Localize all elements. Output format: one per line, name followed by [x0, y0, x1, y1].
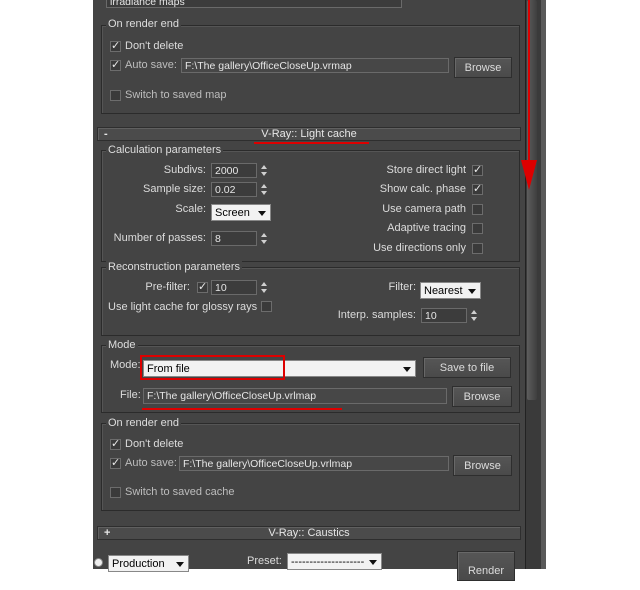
show-calc-phase-label: Show calc. phase: [379, 183, 466, 195]
pre-filter-checkbox[interactable]: [197, 280, 208, 293]
interp-samples-spinner[interactable]: [469, 308, 480, 323]
switch-saved-cache-checkbox[interactable]: [110, 487, 121, 498]
browse-button-2[interactable]: Browse: [453, 455, 512, 476]
subdivs-label: Subdivs:: [163, 164, 206, 176]
annotation-arrow-line: [528, 0, 530, 165]
preset-dropdown[interactable]: --------------------: [287, 553, 382, 570]
render-button[interactable]: Render: [457, 551, 515, 581]
annotation-box-mode: [140, 355, 285, 380]
sample-size-input[interactable]: 0.02: [211, 182, 257, 197]
panel-edge: [541, 0, 546, 569]
calculation-parameters-title: Calculation parameters: [106, 144, 224, 157]
use-camera-path-label: Use camera path: [382, 203, 466, 215]
chevron-down-icon: [369, 560, 377, 565]
chevron-down-icon: [403, 367, 411, 372]
adaptive-tracing-label: Adaptive tracing: [387, 222, 466, 234]
light-cache-rollout-header[interactable]: - V-Ray:: Light cache: [97, 127, 521, 141]
render-end-title-2: On render end: [106, 417, 181, 430]
show-calc-phase-checkbox[interactable]: [472, 182, 483, 195]
render-mode-value: Production: [112, 558, 165, 570]
file-path-field[interactable]: F:\The gallery\OfficeCloseUp.vrlmap: [143, 388, 447, 404]
render-end-title: On render end: [106, 18, 181, 31]
switch-saved-map-label: Switch to saved map: [125, 89, 227, 101]
scale-label: Scale:: [175, 203, 206, 215]
annotation-arrowhead-icon: [521, 160, 537, 190]
auto-save-path-field-2[interactable]: F:\The gallery\OfficeCloseUp.vrlmap: [179, 456, 449, 471]
light-cache-rollout-title: V-Ray:: Light cache: [261, 128, 357, 140]
scale-value: Screen: [215, 207, 250, 219]
auto-save-checkbox-2[interactable]: [110, 456, 121, 469]
auto-save-label: Auto save:: [125, 59, 177, 71]
reconstruction-parameters-title: Reconstruction parameters: [106, 261, 243, 274]
sample-size-label: Sample size:: [143, 183, 206, 195]
filter-label: Filter:: [388, 281, 417, 293]
dont-delete-checkbox[interactable]: [110, 39, 121, 52]
expand-toggle[interactable]: +: [104, 527, 110, 539]
auto-save-path-field[interactable]: F:\The gallery\OfficeCloseUp.vrmap: [181, 58, 449, 73]
mode-label: Mode:: [110, 359, 141, 371]
file-label: File:: [120, 389, 141, 401]
switch-saved-map-checkbox[interactable]: [110, 90, 121, 101]
radio-button[interactable]: [94, 558, 103, 567]
annotation-underline-file: [142, 408, 342, 410]
use-camera-path-checkbox[interactable]: [472, 204, 483, 215]
pre-filter-input[interactable]: 10: [211, 280, 257, 295]
caustics-rollout-header[interactable]: + V-Ray:: Caustics: [97, 526, 521, 540]
glossy-rays-label: Use light cache for glossy rays: [108, 301, 258, 313]
dont-delete-checkbox-2[interactable]: [110, 437, 121, 450]
use-directions-only-checkbox[interactable]: [472, 243, 483, 254]
irradiance-map-field[interactable]: irradiance maps: [106, 0, 402, 8]
render-button-label: Render: [467, 565, 505, 577]
adaptive-tracing-checkbox[interactable]: [472, 223, 483, 234]
filter-dropdown[interactable]: Nearest: [420, 282, 481, 299]
caustics-rollout-title: V-Ray:: Caustics: [268, 527, 350, 539]
preset-label: Preset:: [247, 555, 282, 567]
store-direct-light-checkbox[interactable]: [472, 163, 483, 176]
number-of-passes-spinner[interactable]: [259, 231, 270, 246]
number-of-passes-input[interactable]: 8: [211, 231, 257, 246]
auto-save-label-2: Auto save:: [125, 457, 177, 469]
pre-filter-spinner[interactable]: [259, 280, 270, 295]
preset-value: --------------------: [291, 556, 365, 568]
number-of-passes-label: Number of passes:: [113, 232, 206, 244]
store-direct-light-label: Store direct light: [386, 164, 466, 176]
collapse-toggle[interactable]: -: [104, 128, 108, 140]
pre-filter-label: Pre-filter:: [145, 281, 190, 293]
chevron-down-icon: [258, 211, 266, 216]
interp-samples-label: Interp. samples:: [337, 309, 416, 321]
use-directions-only-label: Use directions only: [373, 242, 466, 254]
browse-file-button[interactable]: Browse: [452, 386, 512, 407]
filter-value: Nearest: [424, 285, 463, 297]
glossy-rays-checkbox[interactable]: [261, 301, 272, 312]
browse-button[interactable]: Browse: [454, 57, 512, 78]
mode-group-title: Mode: [106, 339, 138, 352]
switch-saved-cache-label: Switch to saved cache: [125, 486, 235, 498]
scale-dropdown[interactable]: Screen: [211, 204, 271, 221]
annotation-underline-title: [254, 142, 369, 144]
auto-save-checkbox[interactable]: [110, 58, 121, 71]
sample-size-spinner[interactable]: [259, 182, 270, 197]
subdivs-input[interactable]: 2000: [211, 163, 257, 178]
subdivs-spinner[interactable]: [259, 163, 270, 178]
interp-samples-input[interactable]: 10: [421, 308, 467, 323]
dont-delete-label: Don't delete: [125, 40, 184, 52]
save-to-file-button[interactable]: Save to file: [423, 357, 511, 378]
chevron-down-icon: [176, 562, 184, 567]
render-mode-dropdown[interactable]: Production: [108, 555, 189, 572]
dont-delete-label-2: Don't delete: [125, 438, 184, 450]
chevron-down-icon: [468, 289, 476, 294]
